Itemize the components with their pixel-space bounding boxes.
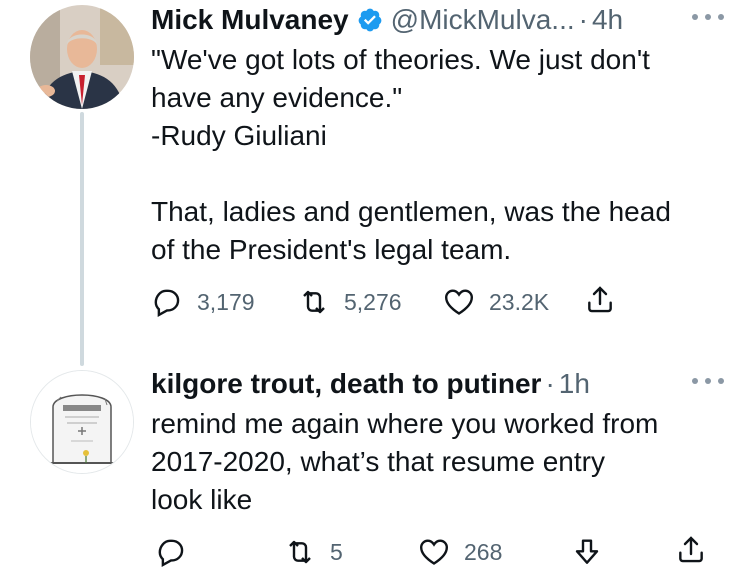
more-icon[interactable] [692, 4, 724, 30]
share-button[interactable] [675, 534, 707, 566]
tweet-text: remind me again where you worked from 20… [151, 408, 659, 515]
reply-icon [158, 539, 184, 567]
reply-icon [154, 289, 180, 317]
tweet-header: kilgore trout, death to putiner · 1h [151, 364, 730, 404]
tombstone-image [31, 371, 133, 473]
author-name[interactable]: Mick Mulvaney [151, 4, 349, 36]
tweet-reply[interactable]: kilgore trout, death to putiner · 1h rem… [151, 364, 730, 519]
like-count: 268 [464, 538, 503, 565]
separator-dot: · [545, 368, 555, 399]
like-count: 23.2K [489, 288, 550, 315]
timestamp[interactable]: 4h [592, 4, 623, 36]
author-handle[interactable]: @MickMulva... [391, 4, 575, 36]
reply-button[interactable] [155, 536, 187, 568]
share-button[interactable] [584, 284, 616, 316]
downvote-button[interactable] [571, 536, 603, 568]
retweet-icon [303, 290, 325, 314]
tweet-header: Mick Mulvaney @MickMulva... · 4h [151, 0, 730, 40]
separator-dot: · [578, 4, 588, 35]
timestamp[interactable]: 1h [559, 368, 590, 400]
retweet-count: 5,276 [344, 288, 402, 315]
profile-photo [30, 5, 134, 109]
retweet-button[interactable]: 5,276 [298, 286, 402, 318]
share-icon [588, 286, 612, 313]
tweet-text: "We've got lots of theories. We just don… [151, 44, 671, 265]
retweet-icon [289, 540, 311, 564]
reply-button[interactable]: 3,179 [151, 286, 255, 318]
more-icon[interactable] [692, 368, 724, 394]
downvote-icon [575, 539, 599, 564]
retweet-count: 5 [330, 538, 343, 565]
like-button[interactable]: 23.2K [443, 286, 549, 318]
avatar-kilgore-trout[interactable] [30, 370, 134, 474]
like-icon [444, 289, 474, 315]
like-button[interactable]: 268 [418, 536, 502, 568]
avatar-mick-mulvaney[interactable] [30, 5, 134, 109]
share-icon [679, 536, 703, 563]
tweet-main[interactable]: Mick Mulvaney @MickMulva... · 4h "We've … [151, 0, 730, 269]
retweet-button[interactable]: 5 [284, 536, 343, 568]
author-name[interactable]: kilgore trout, death to putiner [151, 368, 541, 400]
like-icon [419, 539, 449, 565]
reply-count: 3,179 [197, 288, 255, 315]
thread-line [80, 112, 84, 366]
verified-badge-icon [358, 8, 382, 32]
